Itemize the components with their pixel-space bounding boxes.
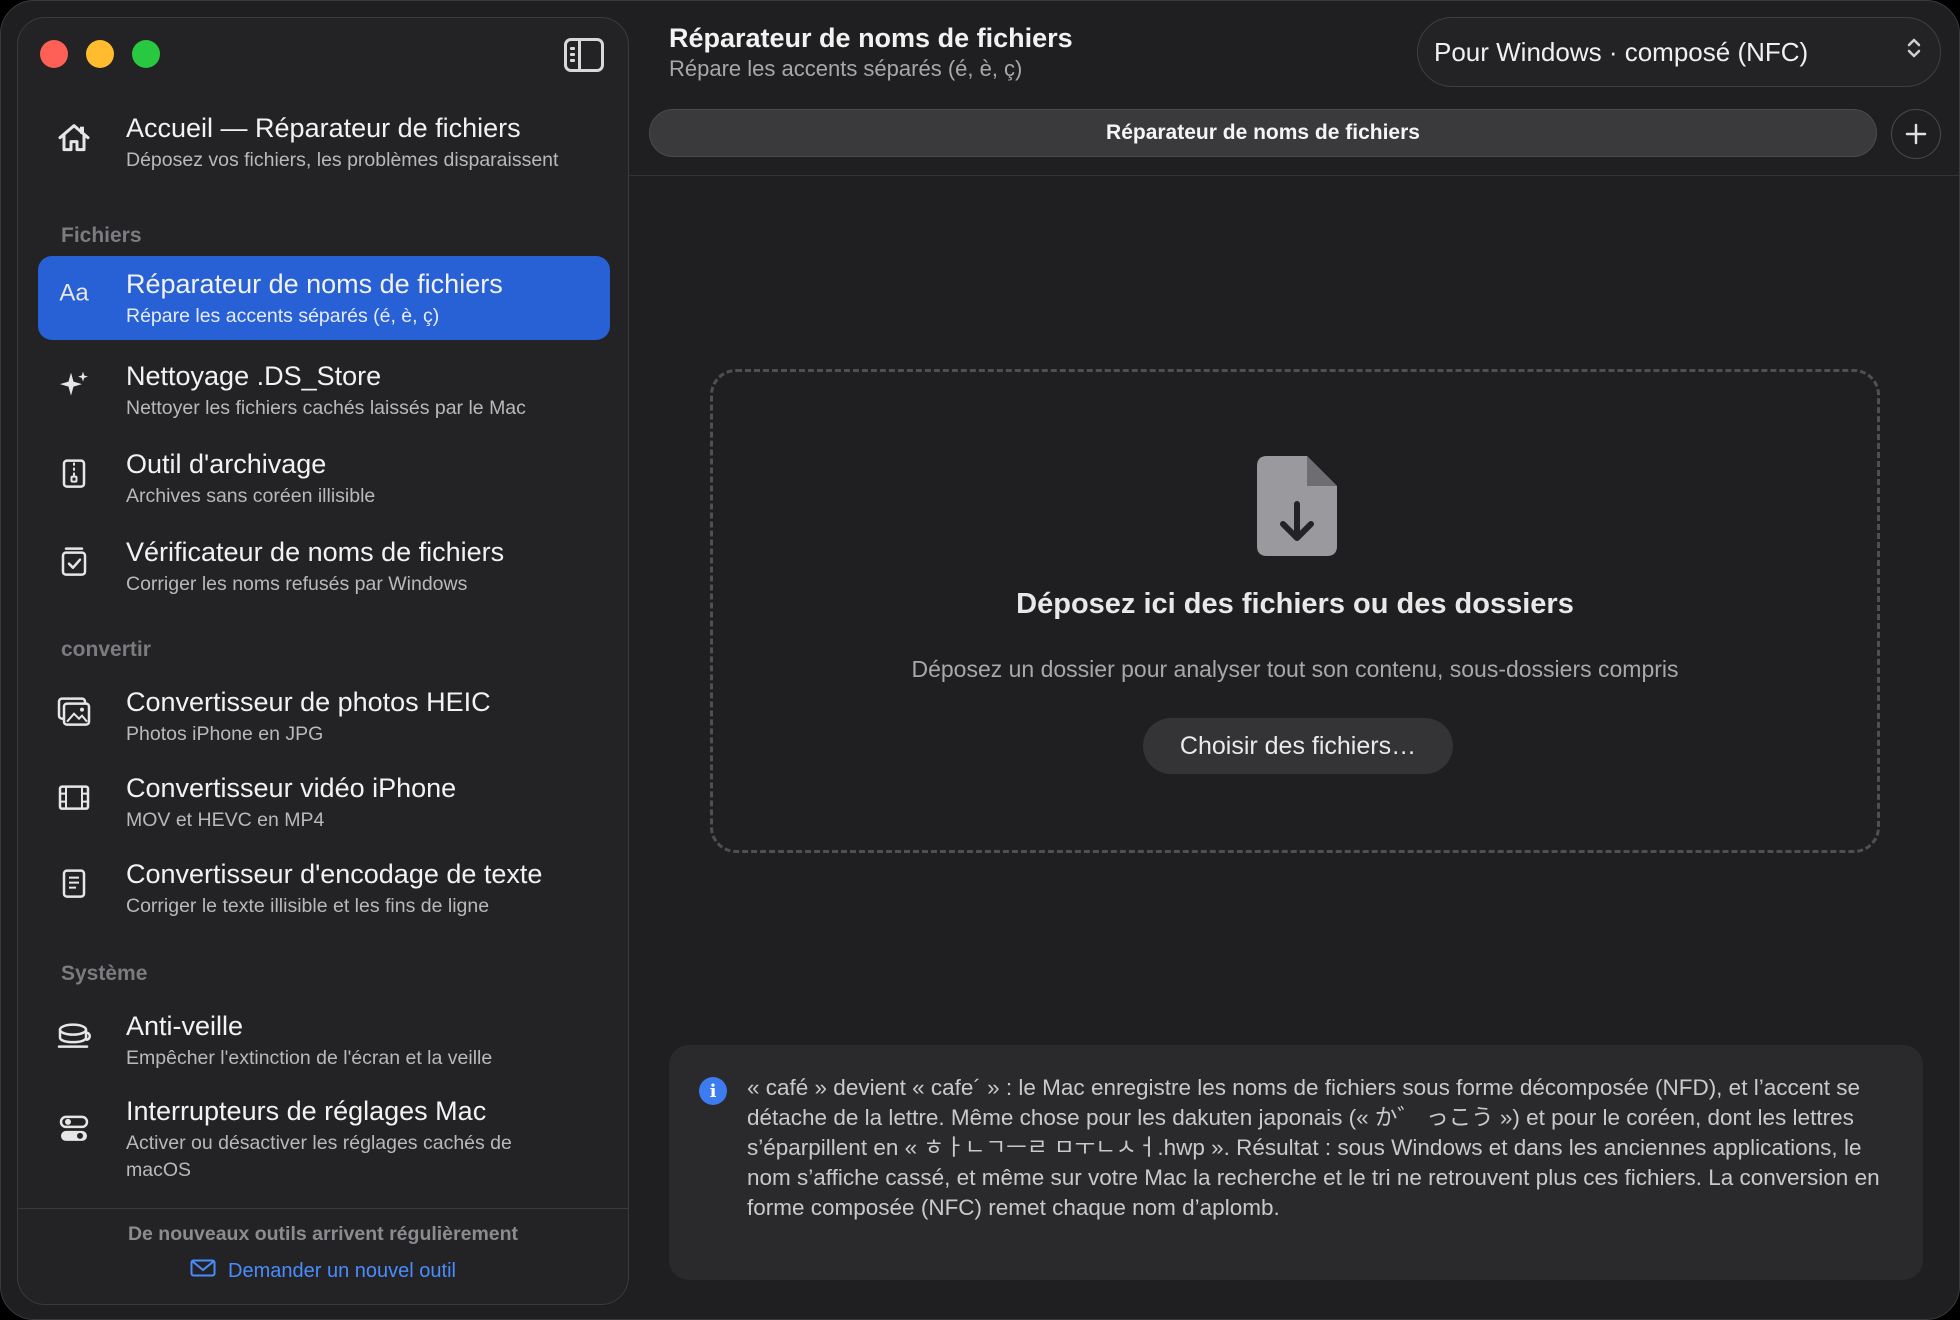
toggles-icon	[56, 1111, 92, 1147]
house-icon	[56, 120, 92, 156]
sidebar-item-title: Nettoyage .DS_Store	[126, 360, 382, 391]
footer-note: De nouveaux outils arrivent régulièremen…	[127, 1223, 519, 1245]
drop-zone-title: Déposez ici des fichiers ou des dossiers	[1016, 588, 1574, 620]
request-tool-label: Demander un nouvel outil	[228, 1259, 456, 1282]
sidebar-item-home[interactable]: Accueil — Réparateur de fichiers Déposez…	[38, 106, 610, 178]
sidebar-item-subtitle: Activer ou désactiver les réglages caché…	[126, 1132, 512, 1181]
sidebar-toggle-icon[interactable]	[564, 38, 604, 72]
sidebar-item-filename-fixer[interactable]: Aa Réparateur de noms de fichiers Répare…	[38, 256, 610, 340]
sidebar-item-title: Convertisseur de photos HEIC	[126, 686, 491, 717]
sidebar-item-title: Convertisseur d'encodage de texte	[126, 858, 543, 889]
sidebar-item-text-encoding[interactable]: Convertisseur d'encodage de texte Corrig…	[38, 848, 610, 928]
sidebar-item-title: Outil d'archivage	[126, 448, 327, 479]
info-icon: i	[699, 1077, 727, 1105]
sidebar-item-heic-converter[interactable]: Convertisseur de photos HEIC Photos iPho…	[38, 676, 610, 756]
chevron-up-down-icon	[1906, 36, 1922, 61]
mode-select-value: Pour Windows · composé (NFC)	[1434, 36, 1809, 67]
sidebar-item-archive[interactable]: Outil d'archivage Archives sans coréen i…	[38, 438, 610, 518]
sidebar-item-subtitle: Nettoyer les fichiers cachés laissés par…	[126, 396, 526, 419]
toolbar-divider	[629, 175, 1959, 176]
sidebar-item-subtitle: Corriger les noms refusés par Windows	[126, 572, 468, 595]
sidebar-item-title: Réparateur de noms de fichiers	[126, 268, 503, 299]
checkbox-doc-icon	[56, 544, 92, 580]
sidebar-item-subtitle: Répare les accents séparés (é, è, ç)	[126, 304, 440, 327]
sparkle-icon	[56, 368, 92, 404]
sidebar-item-subtitle: MOV et HEVC en MP4	[126, 808, 325, 831]
sidebar-item-anti-sleep[interactable]: Anti-veille Empêcher l'extinction de l'é…	[38, 1000, 610, 1080]
film-icon	[56, 780, 92, 816]
sidebar-item-subtitle: Photos iPhone en JPG	[126, 722, 324, 745]
sidebar-item-title: Vérificateur de noms de fichiers	[126, 536, 505, 567]
sidebar-item-name-checker[interactable]: Vérificateur de noms de fichiers Corrige…	[38, 526, 610, 606]
text-doc-icon	[56, 866, 92, 902]
zoom-window-button[interactable]	[132, 40, 160, 68]
page-title: Réparateur de noms de fichiers	[669, 23, 1073, 53]
sidebar-item-video-converter[interactable]: Convertisseur vidéo iPhone MOV et HEVC e…	[38, 762, 610, 842]
envelope-icon	[190, 1259, 216, 1283]
info-panel: i « café » devient « cafe´ » : le Mac en…	[669, 1045, 1923, 1280]
sidebar-item-ds-store[interactable]: Nettoyage .DS_Store Nettoyer les fichier…	[38, 350, 610, 430]
sidebar-item-subtitle: Corriger le texte illisible et les fins …	[126, 894, 490, 917]
minimize-window-button[interactable]	[86, 40, 114, 68]
request-tool-link[interactable]: Demander un nouvel outil	[18, 1259, 628, 1283]
sidebar: Accueil — Réparateur de fichiers Déposez…	[17, 17, 629, 1305]
sidebar-footer: De nouveaux outils arrivent régulièremen…	[18, 1208, 628, 1304]
tab-filename-fixer[interactable]: Réparateur de noms de fichiers	[649, 109, 1877, 157]
coffee-icon	[56, 1018, 92, 1054]
page-subtitle: Répare les accents séparés (é, è, ç)	[669, 56, 1023, 81]
window-controls	[40, 40, 160, 68]
document-download-icon	[1257, 456, 1337, 556]
sidebar-item-title: Interrupteurs de réglages Mac	[126, 1096, 487, 1126]
close-window-button[interactable]	[40, 40, 68, 68]
app-window: Accueil — Réparateur de fichiers Déposez…	[0, 0, 1960, 1320]
sidebar-item-title: Accueil — Réparateur de fichiers	[126, 112, 521, 143]
section-label-files: Fichiers	[61, 224, 142, 247]
sidebar-item-title: Convertisseur vidéo iPhone	[126, 772, 457, 803]
normalization-mode-select[interactable]: Pour Windows · composé (NFC)	[1417, 17, 1941, 87]
section-label-convert: convertir	[61, 638, 151, 661]
sidebar-item-subtitle: Archives sans coréen illisible	[126, 484, 376, 507]
photo-stack-icon	[56, 694, 92, 730]
sidebar-item-subtitle: Déposez vos fichiers, les problèmes disp…	[126, 148, 559, 171]
info-text: « café » devient « cafe´ » : le Mac enre…	[747, 1075, 1880, 1220]
add-tab-button[interactable]	[1891, 109, 1941, 159]
plus-icon	[1905, 117, 1927, 151]
drop-zone[interactable]: Déposez ici des fichiers ou des dossiers…	[710, 369, 1880, 853]
text-format-icon: Aa	[59, 279, 89, 307]
choose-files-button[interactable]: Choisir des fichiers…	[1143, 718, 1453, 774]
sidebar-item-mac-toggles[interactable]: Interrupteurs de réglages Mac Activer ou…	[38, 1086, 610, 1192]
section-label-system: Système	[61, 962, 148, 985]
sidebar-item-subtitle: Empêcher l'extinction de l'écran et la v…	[126, 1046, 493, 1069]
drop-zone-subtitle: Déposez un dossier pour analyser tout so…	[911, 656, 1679, 682]
archive-icon	[56, 456, 92, 492]
sidebar-item-title: Anti-veille	[126, 1010, 244, 1041]
